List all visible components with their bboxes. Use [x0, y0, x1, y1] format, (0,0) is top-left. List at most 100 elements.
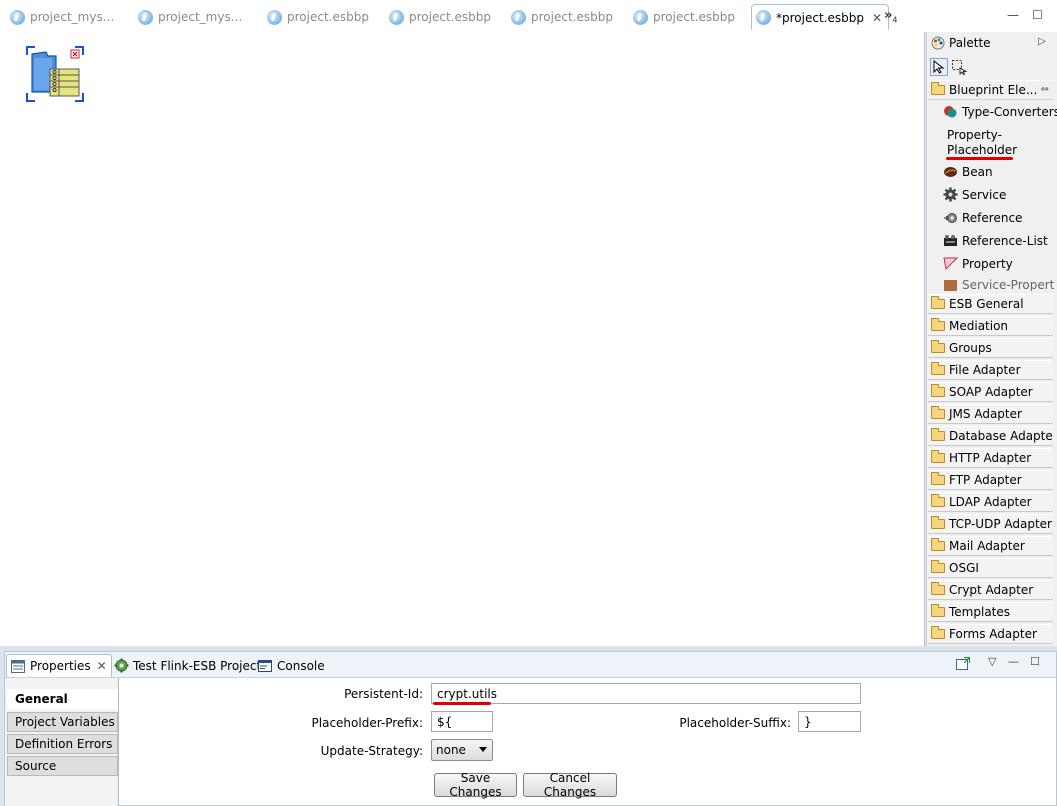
palette-item-service-property[interactable]: Service-Property: [943, 279, 1055, 291]
tab-overflow-button[interactable]: »4: [884, 8, 898, 25]
marquee-tool-icon[interactable]: [950, 58, 968, 76]
palette-item-type-converters[interactable]: Type-Converters: [943, 104, 1057, 119]
pin-icon[interactable]: ⇔: [1041, 84, 1049, 95]
properties-icon: [11, 659, 25, 673]
drawer-blueprint-elements[interactable]: Blueprint Ele... ⇔: [928, 80, 1053, 100]
editor-tab-bar: project_mys... project_mys... project.es…: [0, 0, 1057, 32]
update-strategy-select[interactable]: none: [431, 739, 493, 761]
folder-open-icon: [931, 82, 945, 95]
esb-file-icon: [511, 9, 526, 25]
save-changes-button[interactable]: Save Changes: [434, 771, 517, 799]
palette-tools: [930, 56, 1054, 78]
section-definition-errors[interactable]: Definition Errors: [7, 734, 118, 754]
drawer-templates[interactable]: Templates: [928, 602, 1053, 622]
view-menu-icon[interactable]: ▽: [988, 655, 996, 668]
drawer-label: File Adapter: [949, 363, 1021, 377]
section-label: Definition Errors: [15, 737, 113, 751]
folder-icon: [931, 560, 945, 573]
drawer-label: OSGI: [949, 561, 979, 575]
folder-icon: [931, 516, 945, 529]
drawer-ftp-adapter[interactable]: FTP Adapter: [928, 470, 1053, 490]
placeholder-prefix-input[interactable]: ${: [431, 711, 493, 732]
editor-tab[interactable]: project_mys...: [138, 4, 242, 30]
drawer-osgi[interactable]: OSGI: [928, 558, 1053, 578]
drawer-ldap-adapter[interactable]: LDAP Adapter: [928, 492, 1053, 512]
palette-item-property[interactable]: Property: [943, 256, 1055, 271]
palette-item-reference-list[interactable]: Reference-List: [943, 233, 1055, 248]
esb-file-icon: [756, 10, 771, 25]
editor-tab[interactable]: project.esbbp: [633, 4, 735, 30]
console-icon: [258, 659, 272, 672]
editor-tab-active[interactable]: *project.esbbp ✕: [751, 4, 890, 30]
property-placeholder-node-icon[interactable]: [26, 46, 84, 102]
esb-file-icon: [389, 9, 404, 25]
esb-file-icon: [267, 9, 282, 25]
drawer-database-adapter[interactable]: Database Adapter: [928, 426, 1053, 446]
section-project-variables[interactable]: Project Variables: [7, 712, 118, 732]
minimize-icon[interactable]: —: [1008, 655, 1019, 668]
palette-item-label: Reference: [962, 210, 1023, 225]
maximize-icon[interactable]: ☐: [1030, 655, 1040, 668]
drawer-http-adapter[interactable]: HTTP Adapter: [928, 448, 1053, 468]
section-label: General: [15, 692, 68, 706]
section-general[interactable]: General: [7, 689, 118, 709]
drawer-crypt-adapter[interactable]: Crypt Adapter: [928, 580, 1053, 600]
drawer-forms-adapter[interactable]: Forms Adapter: [928, 624, 1053, 644]
editor-tab-label: project.esbbp: [653, 10, 735, 24]
drawer-jms-adapter[interactable]: JMS Adapter: [928, 404, 1053, 424]
palette-collapse-icon[interactable]: ▷: [1038, 36, 1046, 47]
tab-properties[interactable]: Properties ✕: [6, 654, 112, 677]
drawer-label: HTTP Adapter: [949, 451, 1032, 465]
palette-item-bean[interactable]: Bean: [943, 164, 1055, 179]
reference-icon: [944, 213, 957, 223]
palette-item-label: Reference-List: [962, 233, 1048, 248]
diagram-canvas[interactable]: [0, 32, 925, 646]
palette-item-property-placeholder[interactable]: Property-Placeholder: [943, 128, 1023, 158]
section-source[interactable]: Source: [7, 756, 118, 776]
section-label: Project Variables: [15, 715, 115, 729]
tab-label: Console: [277, 658, 325, 673]
new-window-icon[interactable]: [956, 656, 971, 673]
drawer-label: JMS Adapter: [949, 407, 1022, 421]
editor-tab[interactable]: project.esbbp: [389, 4, 491, 30]
editor-tab[interactable]: project_mys...: [10, 4, 114, 30]
drawer-label: ESB General: [949, 297, 1024, 311]
tab-label: Test Flink-ESB Project: [133, 658, 262, 673]
drawer-mail-adapter[interactable]: Mail Adapter: [928, 536, 1053, 556]
maximize-icon[interactable]: ☐: [1032, 8, 1043, 22]
update-strategy-value: none: [436, 743, 466, 757]
drawer-file-adapter[interactable]: File Adapter: [928, 360, 1053, 380]
minimize-icon[interactable]: —: [1007, 8, 1019, 22]
gear-icon: [943, 187, 958, 202]
editor-tab[interactable]: project.esbbp: [511, 4, 613, 30]
drawer-mediation[interactable]: Mediation: [928, 316, 1053, 336]
tab-console[interactable]: Console: [254, 654, 329, 677]
placeholder-suffix-input[interactable]: }: [798, 711, 861, 732]
tab-test-flink-esb-project[interactable]: Test Flink-ESB Project: [110, 654, 265, 677]
folder-icon: [931, 472, 945, 485]
palette-item-reference[interactable]: Reference: [943, 210, 1055, 225]
type-converters-icon: [944, 106, 957, 118]
select-tool-icon[interactable]: [930, 58, 948, 76]
cancel-changes-button[interactable]: Cancel Changes: [523, 771, 617, 799]
property-icon: [943, 257, 958, 271]
drawer-groups[interactable]: Groups: [928, 338, 1053, 358]
drawer-label: Groups: [949, 341, 992, 355]
editor-tab[interactable]: project.esbbp: [267, 4, 369, 30]
esb-file-icon: [633, 9, 648, 25]
drawer-soap-adapter[interactable]: SOAP Adapter: [928, 382, 1053, 402]
close-icon[interactable]: ✕: [97, 659, 107, 673]
overflow-count: 4: [892, 15, 898, 25]
persistent-id-label: Persistent-Id:: [344, 687, 423, 701]
persistent-id-input[interactable]: crypt.utils: [431, 683, 861, 704]
drawer-esb-general[interactable]: ESB General: [928, 294, 1053, 314]
folder-icon: [931, 318, 945, 331]
palette-item-service[interactable]: Service: [943, 187, 1055, 202]
folder-icon: [931, 362, 945, 375]
drawer-tcp-udp-adapter[interactable]: TCP-UDP Adapter: [928, 514, 1053, 534]
palette-header[interactable]: Palette ▷: [927, 32, 1057, 54]
palette-item-label: Property: [962, 256, 1013, 271]
drawer-label: Blueprint Ele...: [949, 83, 1038, 97]
editor-tab-label: project.esbbp: [409, 10, 491, 24]
close-icon[interactable]: ✕: [872, 11, 882, 25]
